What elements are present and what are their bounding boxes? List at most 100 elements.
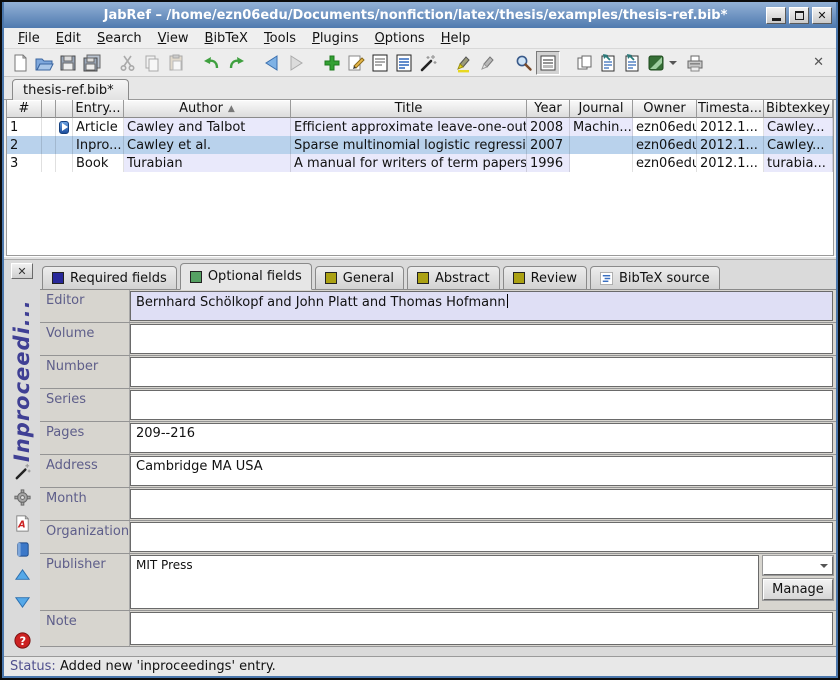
table-row[interactable]: 1 Article Cawley and Talbot Efficient ap… [7,118,833,136]
cell-title[interactable]: A manual for writers of term papers... [291,154,527,172]
cell-ranking[interactable] [42,118,56,136]
cell-author[interactable]: Cawley et al. [124,136,291,154]
open-database-button[interactable] [32,51,56,75]
redo-button[interactable] [224,51,248,75]
entry-table[interactable]: # Entry... Author▲ Title Year Journal Ow… [6,100,834,256]
open-file-icon[interactable] [13,540,32,559]
edit-preamble-button[interactable] [368,51,392,75]
back-button[interactable] [260,51,284,75]
cell-num[interactable]: 2 [7,136,42,154]
cell-file[interactable] [56,118,73,136]
help-icon[interactable]: ? [13,631,32,650]
cell-entrytype[interactable]: Inpro... [73,136,124,154]
unmark-entries-button[interactable] [476,51,500,75]
editor-field-input[interactable]: Bernhard Schölkopf and John Platt and Th… [130,291,833,321]
forward-button[interactable] [284,51,308,75]
tab-abstract[interactable]: Abstract [407,266,500,289]
cell-journal[interactable]: Machin... [570,118,633,136]
column-file[interactable] [56,100,73,118]
cell-timestamp[interactable]: 2012.1... [697,118,764,136]
cell-entrytype[interactable]: Book [73,154,124,172]
url-icon[interactable] [59,121,69,134]
tab-bibtex-source[interactable]: BibTeX source [590,266,720,289]
column-journal[interactable]: Journal [570,100,633,118]
cut-button[interactable] [116,51,140,75]
paste-button[interactable] [164,51,188,75]
cell-year[interactable]: 2007 [527,136,570,154]
toolbar-close-icon[interactable]: ✕ [805,55,832,70]
tab-general[interactable]: General [315,266,404,289]
toggle-search-panel-button[interactable] [536,51,560,75]
cell-journal[interactable] [570,154,633,172]
menu-file[interactable]: File [10,30,48,47]
column-bibtexkey[interactable]: Bibtexkey [764,100,833,118]
cell-year[interactable]: 2008 [527,118,570,136]
menu-help[interactable]: Help [433,30,479,47]
table-row[interactable]: 3 Book Turabian A manual for writers of … [7,154,833,172]
minimize-button[interactable] [766,7,786,24]
cell-timestamp[interactable]: 2012.1... [697,136,764,154]
column-timestamp[interactable]: Timesta... [697,100,764,118]
title-bar[interactable]: JabRef – /home/ezn06edu/Documents/nonfic… [4,2,836,28]
cell-file[interactable] [56,154,73,172]
menu-edit[interactable]: Edit [48,30,89,47]
column-entrytype[interactable]: Entry... [73,100,124,118]
month-field-input[interactable] [130,489,833,519]
undo-button[interactable] [200,51,224,75]
pdf-file-icon[interactable]: A [13,514,32,533]
cell-file[interactable] [56,136,73,154]
push-to-application-button[interactable] [596,51,620,75]
close-button[interactable]: ✕ [812,7,832,24]
note-field-input[interactable] [130,612,833,645]
organization-field-input[interactable] [130,522,833,552]
new-entry-button[interactable] [320,51,344,75]
column-ranking[interactable] [42,100,56,118]
push-to-application-alt-button[interactable] [620,51,644,75]
search-button[interactable] [512,51,536,75]
volume-field-input[interactable] [130,324,833,354]
cell-author[interactable]: Cawley and Talbot [124,118,291,136]
number-field-input[interactable] [130,357,833,387]
column-author[interactable]: Author▲ [124,100,291,118]
cell-bibtexkey[interactable]: turabia... [764,154,833,172]
series-field-input[interactable] [130,390,833,420]
tab-required-fields[interactable]: Required fields [42,266,177,289]
address-field-input[interactable]: Cambridge MA USA [130,456,833,486]
cell-year[interactable]: 1996 [527,154,570,172]
cell-num[interactable]: 3 [7,154,42,172]
cell-timestamp[interactable]: 2012.1... [697,154,764,172]
previous-entry-icon[interactable] [13,566,32,585]
save-database-button[interactable] [56,51,80,75]
cell-bibtexkey[interactable]: Cawley... [764,118,833,136]
cell-entrytype[interactable]: Article [73,118,124,136]
database-tab[interactable]: thesis-ref.bib* [12,79,129,100]
cell-title[interactable]: Efficient approximate leave-one-out... [291,118,527,136]
copy-button[interactable] [140,51,164,75]
tab-review[interactable]: Review [503,266,587,289]
publisher-dropdown[interactable] [763,556,833,575]
tab-optional-fields[interactable]: Optional fields [180,263,312,290]
column-title[interactable]: Title [291,100,527,118]
push-to-lyx-dropdown-icon[interactable] [669,61,677,65]
edit-entry-button[interactable] [344,51,368,75]
cell-owner[interactable]: ezn06edu [633,154,697,172]
cell-owner[interactable]: ezn06edu [633,118,697,136]
table-row-selected[interactable]: 2 Inpro... Cawley et al. Sparse multinom… [7,136,833,154]
new-database-button[interactable] [8,51,32,75]
cell-bibtexkey[interactable]: Cawley... [764,136,833,154]
maximize-button[interactable] [789,7,809,24]
publisher-field-input[interactable]: MIT Press [130,555,759,609]
cell-ranking[interactable] [42,136,56,154]
cell-owner[interactable]: ezn06edu [633,136,697,154]
cleanup-wand-button[interactable] [416,51,440,75]
column-owner[interactable]: Owner [633,100,697,118]
menu-tools[interactable]: Tools [256,30,304,47]
pages-field-input[interactable]: 209--216 [130,423,833,453]
generate-key-wand-icon[interactable] [13,462,32,481]
manage-button[interactable]: Manage [763,579,833,600]
push-to-lyx-button[interactable] [644,51,668,75]
entry-editor-close-button[interactable]: ✕ [11,263,33,279]
menu-options[interactable]: Options [367,30,433,47]
mark-entries-button[interactable] [452,51,476,75]
save-all-databases-button[interactable] [80,51,104,75]
